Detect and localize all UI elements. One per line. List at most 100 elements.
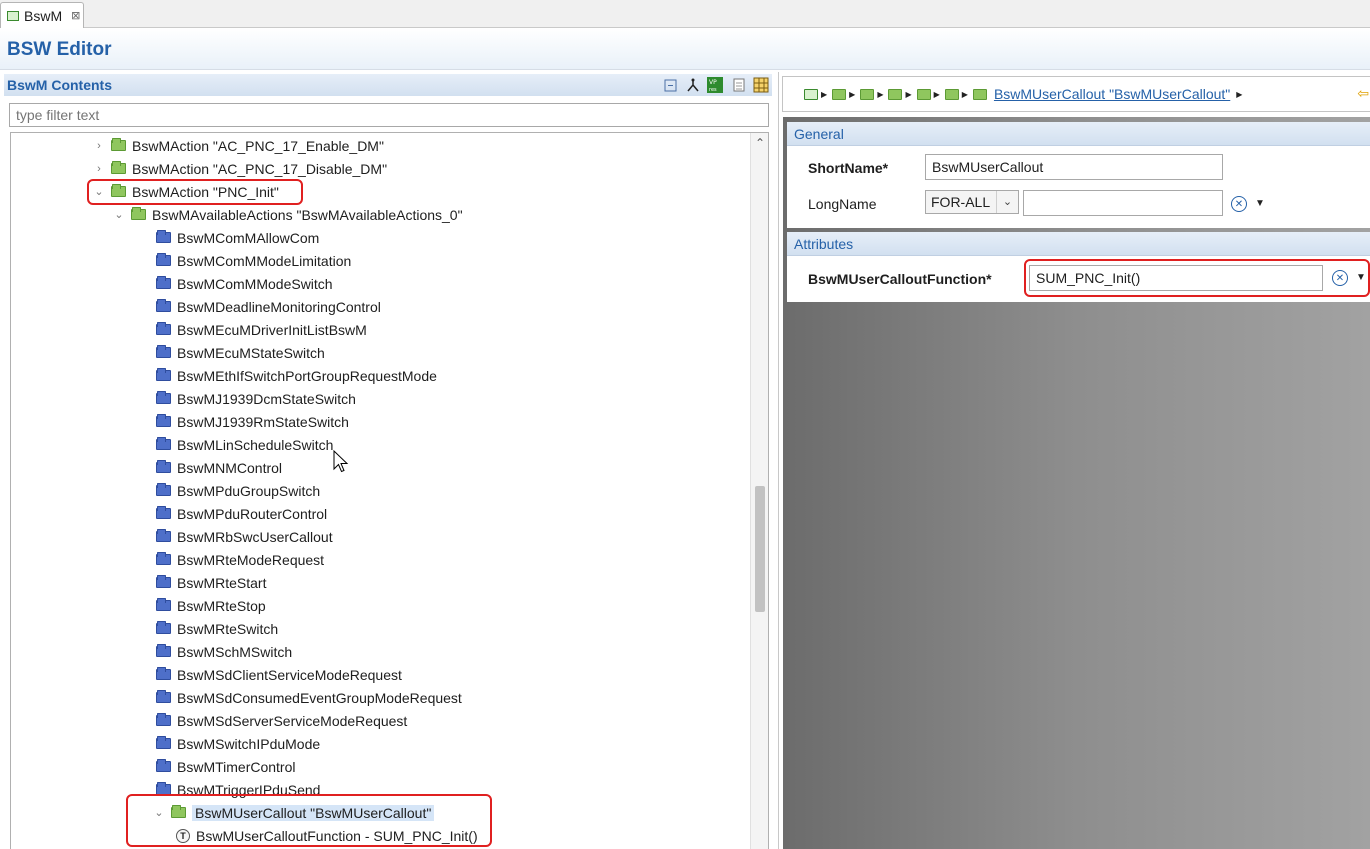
crumb-arrow-icon[interactable]: ▶ bbox=[849, 90, 855, 99]
chevron-down-icon[interactable]: ⌄ bbox=[996, 191, 1018, 213]
tree-row-label: BswMRteModeRequest bbox=[177, 551, 325, 568]
tree-row-label: BswMPduRouterControl bbox=[177, 505, 328, 522]
contents-title: BswM Contents bbox=[7, 77, 112, 93]
tree-row-label: BswMEcuMDriverInitListBswM bbox=[177, 321, 367, 338]
breadcrumb-link[interactable]: BswMUserCallout "BswMUserCallout" bbox=[994, 86, 1230, 102]
collapse-icon[interactable]: ⌄ bbox=[153, 806, 165, 819]
general-section-header[interactable]: General bbox=[787, 122, 1370, 146]
filter-input[interactable] bbox=[9, 103, 769, 127]
callout-function-field[interactable] bbox=[1029, 265, 1323, 291]
contents-tree: ⌃ › BswMAction "AC_PNC_17_Enable_DM" › BswM… bbox=[10, 132, 769, 849]
crumb-arrow-icon[interactable]: ▶ bbox=[934, 90, 940, 99]
vp-res-icon[interactable]: VP res bbox=[706, 76, 724, 94]
tree-row[interactable]: BswMJ1939RmStateSwitch bbox=[156, 410, 349, 433]
parameter-icon: T bbox=[176, 828, 190, 843]
collapse-all-icon[interactable] bbox=[661, 76, 679, 94]
tab-bswm[interactable]: BswM ⊠ bbox=[0, 2, 84, 28]
longname-field[interactable] bbox=[1023, 190, 1223, 216]
tree-row-label: BswMSchMSwitch bbox=[177, 643, 293, 660]
folder-icon[interactable] bbox=[916, 88, 931, 100]
clear-icon[interactable]: ✕ bbox=[1231, 196, 1247, 212]
folder-icon[interactable] bbox=[972, 88, 987, 100]
tree-row[interactable]: BswMLinScheduleSwitch bbox=[156, 433, 333, 456]
folder-icon bbox=[156, 230, 171, 243]
dropdown-icon[interactable]: ▼ bbox=[1255, 198, 1265, 209]
tree-row[interactable]: BswMEthIfSwitchPortGroupRequestMode bbox=[156, 364, 437, 387]
container-folder-icon bbox=[131, 207, 146, 220]
tree-row-label: BswMSdConsumedEventGroupModeRequest bbox=[177, 689, 462, 706]
tree-row[interactable]: BswMComMModeSwitch bbox=[156, 272, 333, 295]
tree-row[interactable]: ⌄ BswMAvailableActions "BswMAvailableActi… bbox=[113, 203, 463, 226]
back-arrow-icon[interactable]: ⇦ bbox=[1357, 85, 1369, 102]
dropdown-icon[interactable]: ▼ bbox=[1356, 272, 1366, 283]
document-icon[interactable] bbox=[730, 76, 748, 94]
tree-row[interactable]: BswMTimerControl bbox=[156, 755, 296, 778]
tree-row[interactable]: BswMSwitchIPduMode bbox=[156, 732, 320, 755]
folder-icon bbox=[156, 506, 171, 519]
tree-row[interactable]: BswMComMModeLimitation bbox=[156, 249, 351, 272]
crumb-arrow-icon[interactable]: ▶ bbox=[962, 90, 968, 99]
tree-row[interactable]: T BswMUserCalloutFunction - SUM_PNC_Init(… bbox=[176, 824, 478, 847]
tree-row-label: BswMEthIfSwitchPortGroupRequestMode bbox=[177, 367, 437, 384]
tree-row[interactable]: BswMComMAllowCom bbox=[156, 226, 319, 249]
folder-icon bbox=[156, 782, 171, 795]
tree-row[interactable]: BswMEcuMStateSwitch bbox=[156, 341, 325, 364]
tree-row[interactable]: BswMRbSwcUserCallout bbox=[156, 525, 333, 548]
tree-row[interactable]: BswMEcuMDriverInitListBswM bbox=[156, 318, 367, 341]
clear-icon[interactable]: ✕ bbox=[1332, 270, 1348, 286]
folder-icon bbox=[156, 253, 171, 266]
folder-icon[interactable] bbox=[832, 88, 847, 100]
tree-row[interactable]: BswMDeadlineMonitoringControl bbox=[156, 295, 381, 318]
tree-row[interactable]: › BswMAction "AC_PNC_17_Disable_DM" bbox=[93, 157, 387, 180]
tree-row-label: BswMEcuMStateSwitch bbox=[177, 344, 325, 361]
tree-row[interactable]: BswMSchMSwitch bbox=[156, 640, 292, 663]
link-icon[interactable] bbox=[684, 76, 702, 94]
tree-row[interactable]: BswMRteModeRequest bbox=[156, 548, 324, 571]
collapse-icon[interactable]: ⌄ bbox=[113, 208, 125, 221]
tree-row-label: BswMAvailableActions "BswMAvailableActio… bbox=[152, 206, 463, 223]
editor-tab-strip: BswM ⊠ bbox=[0, 0, 1370, 28]
tree-row[interactable]: BswMSdServerServiceModeRequest bbox=[156, 709, 407, 732]
folder-icon bbox=[156, 621, 171, 634]
tree-row[interactable]: BswMSdClientServiceModeRequest bbox=[156, 663, 402, 686]
scrollbar-thumb[interactable] bbox=[755, 486, 765, 612]
scroll-up-icon[interactable]: ⌃ bbox=[751, 136, 768, 150]
shortname-field[interactable] bbox=[925, 154, 1223, 180]
callout-function-label: BswMUserCalloutFunction* bbox=[808, 271, 992, 287]
tree-row[interactable]: BswMRteSwitch bbox=[156, 617, 278, 640]
contents-panel: BswM Contents VPres ⌃ › BswMAction "AC_PN… bbox=[0, 72, 772, 849]
tree-row[interactable]: BswMSdConsumedEventGroupModeRequest bbox=[156, 686, 462, 709]
crumb-arrow-icon[interactable]: ▶ bbox=[877, 90, 883, 99]
tree-row[interactable]: BswMTriggerIPduSend bbox=[156, 778, 320, 801]
tree-row[interactable]: BswMRteStop bbox=[156, 594, 266, 617]
folder-icon bbox=[156, 391, 171, 404]
crumb-arrow-icon[interactable]: ▶ bbox=[821, 90, 827, 99]
language-select[interactable]: FOR-ALL ⌄ bbox=[925, 190, 1019, 214]
tree-row-label: BswMUserCallout "BswMUserCallout" bbox=[192, 804, 435, 821]
tree-row[interactable]: BswMNMControl bbox=[156, 456, 282, 479]
attributes-section-header[interactable]: Attributes bbox=[787, 232, 1370, 256]
tree-row[interactable]: BswMPduRouterControl bbox=[156, 502, 327, 525]
tree-row-label: BswMSwitchIPduMode bbox=[177, 735, 321, 752]
folder-icon[interactable] bbox=[860, 88, 875, 100]
root-icon[interactable] bbox=[804, 88, 818, 100]
grid-icon[interactable] bbox=[752, 76, 770, 94]
tree-row[interactable]: BswMJ1939DcmStateSwitch bbox=[156, 387, 356, 410]
tree-row[interactable]: › BswMAction "AC_PNC_17_Enable_DM" bbox=[93, 134, 384, 157]
folder-icon bbox=[156, 368, 171, 381]
expand-icon[interactable]: › bbox=[93, 163, 105, 175]
folder-icon[interactable] bbox=[944, 88, 959, 100]
tree-row[interactable]: ⌄ BswMAction "PNC_Init" bbox=[93, 180, 278, 203]
collapse-icon[interactable]: ⌄ bbox=[93, 185, 105, 198]
crumb-arrow-icon[interactable]: ▶ bbox=[1236, 90, 1242, 99]
tree-scrollbar[interactable]: ⌃ bbox=[750, 133, 768, 849]
tree-row[interactable]: BswMRteStart bbox=[156, 571, 266, 594]
close-icon[interactable]: ⊠ bbox=[71, 9, 80, 22]
folder-icon[interactable] bbox=[888, 88, 903, 100]
expand-icon[interactable]: › bbox=[93, 140, 105, 152]
crumb-arrow-icon[interactable]: ▶ bbox=[905, 90, 911, 99]
tree-row[interactable]: ⌄ BswMUserCallout "BswMUserCallout" bbox=[153, 801, 435, 824]
folder-icon bbox=[156, 644, 171, 657]
tree-row[interactable]: BswMPduGroupSwitch bbox=[156, 479, 320, 502]
tree-row-label: BswMSdClientServiceModeRequest bbox=[177, 666, 402, 683]
